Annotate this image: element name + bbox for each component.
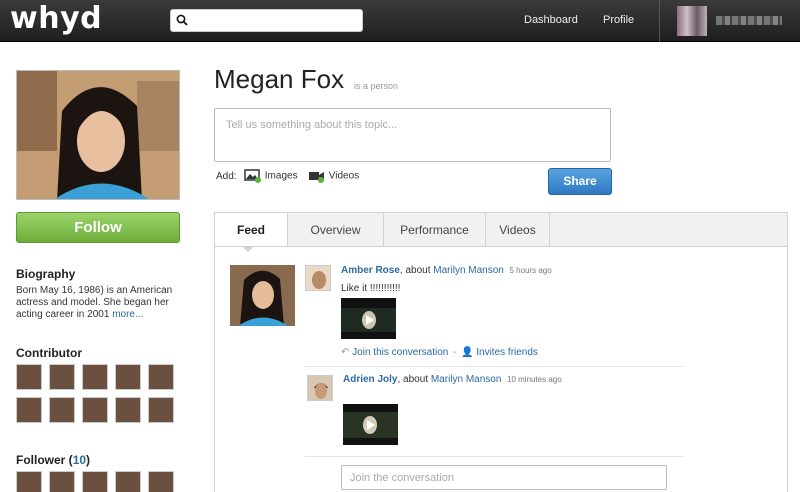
contributor-avatar[interactable] <box>148 397 174 423</box>
contributor-avatar[interactable] <box>49 364 75 390</box>
reply-icon: ↶ <box>341 347 350 358</box>
contributor-avatar[interactable] <box>49 397 75 423</box>
invite-friends-link[interactable]: 👤 Invites friends <box>461 347 538 358</box>
profile-photo <box>16 70 180 200</box>
tab-performance[interactable]: Performance <box>384 213 486 246</box>
nav-profile[interactable]: Profile <box>603 14 634 26</box>
logo[interactable]: whyd <box>10 2 102 36</box>
video-icon <box>309 172 324 183</box>
post-textarea[interactable]: Tell us something about this topic... <box>214 108 611 162</box>
follower-label: Follower <box>16 453 66 467</box>
follower-avatar[interactable] <box>115 471 141 492</box>
post-divider <box>305 456 683 457</box>
action-separator: - <box>453 347 457 358</box>
top-bar: whyd Dashboard Profile <box>0 0 800 42</box>
post-placeholder: Tell us something about this topic... <box>226 119 398 131</box>
add-images-button[interactable]: Images <box>244 169 298 183</box>
share-button[interactable]: Share <box>548 168 612 195</box>
follower-count[interactable]: 10 <box>73 453 86 467</box>
contributor-avatar[interactable] <box>16 364 42 390</box>
search-input[interactable] <box>170 9 363 32</box>
page-subtitle: is a person <box>354 81 399 91</box>
more-link[interactable]: more... <box>112 309 143 320</box>
add-videos-button[interactable]: Videos <box>308 169 359 183</box>
post-topic[interactable]: Marilyn Manson <box>431 374 502 385</box>
post-text: Like it !!!!!!!!!!! <box>341 283 401 294</box>
follower-title: Follower (10) <box>16 453 91 467</box>
contributor-title: Contributor <box>16 346 82 360</box>
contributor-avatar[interactable] <box>148 364 174 390</box>
tab-feed[interactable]: Feed <box>215 213 288 246</box>
page-title: Megan Fox <box>214 64 345 94</box>
video-thumbnail[interactable] <box>341 298 396 339</box>
invite-label: Invites friends <box>476 347 538 358</box>
biography-text: Born May 16, 1986) is an American actres… <box>16 285 186 321</box>
search-icon <box>176 14 188 26</box>
follow-button[interactable]: Follow <box>16 212 180 243</box>
tab-overview[interactable]: Overview <box>288 213 384 246</box>
add-row: Add: <box>216 171 237 182</box>
tab-bar: Feed Overview Performance Videos <box>214 212 788 247</box>
video-thumbnail[interactable] <box>343 404 398 445</box>
feed-topic-thumbnail[interactable] <box>230 265 295 326</box>
post-author[interactable]: Amber Rose <box>341 265 400 276</box>
tab-videos[interactable]: Videos <box>486 213 550 246</box>
contributor-avatar[interactable] <box>115 364 141 390</box>
join-link-label: Join this conversation <box>352 347 449 358</box>
author-avatar[interactable] <box>307 375 333 401</box>
videos-label: Videos <box>328 170 360 182</box>
post-author[interactable]: Adrien Joly <box>343 374 397 385</box>
user-avatar[interactable] <box>677 6 707 36</box>
follower-avatar[interactable] <box>49 471 75 492</box>
add-label: Add: <box>216 171 237 182</box>
follower-avatar[interactable] <box>16 471 42 492</box>
join-conversation-link[interactable]: ↶ Join this conversation <box>341 347 448 358</box>
biography-body: Born May 16, 1986) is an American actres… <box>16 285 173 320</box>
post-time: 10 minutes ago <box>507 375 562 384</box>
follower-avatar[interactable] <box>82 471 108 492</box>
about-label: , about <box>397 374 429 385</box>
follower-avatar[interactable] <box>148 471 174 492</box>
author-avatar[interactable] <box>305 265 331 291</box>
post-time: 5 hours ago <box>509 266 552 275</box>
join-input-placeholder: Join the conversation <box>350 472 454 484</box>
post-topic[interactable]: Marilyn Manson <box>433 265 504 276</box>
nav-dashboard[interactable]: Dashboard <box>524 14 578 26</box>
invite-icon: 👤 <box>461 347 474 358</box>
image-icon <box>244 169 261 183</box>
contributor-avatar[interactable] <box>16 397 42 423</box>
post-divider <box>305 366 683 367</box>
contributor-avatar[interactable] <box>115 397 141 423</box>
contributor-avatar[interactable] <box>82 397 108 423</box>
biography-title: Biography <box>16 267 76 281</box>
post-meta: Amber Rose, about Marilyn Manson 5 hours… <box>341 265 552 276</box>
join-conversation-input[interactable]: Join the conversation <box>341 465 667 490</box>
about-label: , about <box>399 265 431 276</box>
nav-divider <box>659 0 660 42</box>
user-name-blurred[interactable] <box>716 16 782 25</box>
images-label: Images <box>264 170 298 182</box>
post-meta: Adrien Joly, about Marilyn Manson 10 min… <box>343 374 562 385</box>
contributor-avatar[interactable] <box>82 364 108 390</box>
